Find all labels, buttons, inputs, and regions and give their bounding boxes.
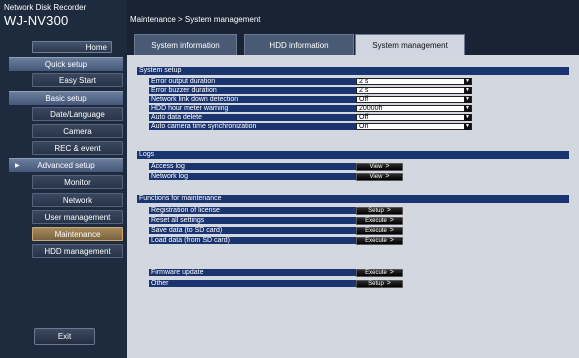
button-label: Execute (365, 228, 387, 234)
dropdown-arrow-icon: ▼ (464, 87, 471, 94)
button-label: Execute (365, 270, 387, 276)
setting-row: Error buzzer duration 2 s ▼ (149, 87, 472, 94)
maintenance-row: Registration of license Setup > (149, 207, 472, 215)
maintenance-label: Other (149, 280, 356, 287)
sidebar-item-advanced-setup[interactable]: ▶ Advanced setup (9, 158, 123, 172)
setting-row: Auto data delete Off ▼ (149, 114, 472, 121)
firmware-update-execute-button[interactable]: Execute > (356, 269, 403, 277)
error-buzzer-duration-select[interactable]: 2 s ▼ (356, 87, 472, 94)
dropdown-arrow-icon: ▼ (464, 96, 471, 103)
chevron-right-icon: > (386, 207, 391, 214)
select-value: 2 s (359, 87, 369, 94)
setting-label: Network link down detection (149, 96, 356, 103)
log-row: Access log View > (149, 163, 472, 171)
maintenance-label: Reset all settings (149, 217, 356, 224)
maintenance-row: Other Setup > (149, 280, 472, 288)
sidebar-item-maintenance[interactable]: Maintenance (32, 227, 123, 241)
button-label: View (369, 164, 383, 170)
tab-hdd-information[interactable]: HDD information (244, 34, 354, 55)
maintenance-label: Firmware update (149, 269, 356, 276)
select-value: On (359, 123, 369, 130)
button-label: View (369, 174, 383, 180)
setting-row: Network link down detection Off ▼ (149, 96, 472, 103)
other-setup-button[interactable]: Setup > (356, 280, 403, 288)
log-label: Access log (149, 163, 356, 170)
setting-label: HDD hour meter warning (149, 105, 356, 112)
maintenance-row: Save data (to SD card) Execute > (149, 227, 472, 235)
sidebar-item-network[interactable]: Network (32, 193, 123, 207)
select-value: 20000h (359, 105, 383, 112)
reset-settings-execute-button[interactable]: Execute > (356, 217, 403, 225)
sidebar-item-basic-setup[interactable]: Basic setup (9, 91, 123, 105)
chevron-right-icon: > (386, 280, 391, 287)
maintenance-label: Load data (from SD card) (149, 237, 356, 244)
setting-label: Auto data delete (149, 114, 356, 121)
log-label: Network log (149, 173, 356, 180)
chevron-right-icon: > (385, 163, 390, 170)
button-label: Execute (365, 218, 387, 224)
button-label: Setup (368, 281, 384, 287)
network-log-view-button[interactable]: View > (356, 173, 403, 181)
dropdown-arrow-icon: ▼ (464, 105, 471, 112)
tab-system-information[interactable]: System information (134, 34, 237, 55)
access-log-view-button[interactable]: View > (356, 163, 403, 171)
dropdown-arrow-icon: ▼ (464, 78, 471, 85)
maintenance-label: Registration of license (149, 207, 356, 214)
button-label: Setup (368, 208, 384, 214)
maintenance-row: Reset all settings Execute > (149, 217, 472, 225)
section-header-logs: Logs (137, 151, 569, 159)
dropdown-arrow-icon: ▼ (464, 123, 471, 130)
log-row: Network log View > (149, 173, 472, 181)
select-value: Off (359, 96, 369, 103)
network-link-down-select[interactable]: Off ▼ (356, 96, 472, 103)
select-value: 2 s (359, 78, 369, 85)
brand-model: WJ-NV300 (4, 13, 69, 28)
chevron-right-icon: > (389, 269, 394, 276)
maintenance-row: Load data (from SD card) Execute > (149, 237, 472, 245)
auto-data-delete-select[interactable]: Off ▼ (356, 114, 472, 121)
sidebar-item-quick-setup[interactable]: Quick setup (9, 57, 123, 71)
home-button[interactable]: Home (32, 41, 112, 53)
section-header-maintenance: Functions for maintenance (137, 195, 569, 203)
setting-row: Error output duration 2 s ▼ (149, 78, 472, 85)
sidebar-item-rec-event[interactable]: REC & event (32, 141, 123, 155)
auto-camera-time-sync-select[interactable]: On ▼ (356, 123, 472, 130)
maintenance-label: Save data (to SD card) (149, 227, 356, 234)
save-data-execute-button[interactable]: Execute > (356, 227, 403, 235)
main-panel: Maintenance > System management System i… (127, 0, 579, 358)
hdd-hour-meter-select[interactable]: 20000h ▼ (356, 105, 472, 112)
setting-row: HDD hour meter warning 20000h ▼ (149, 105, 472, 112)
dropdown-arrow-icon: ▼ (464, 114, 471, 121)
setting-label: Auto camera time synchronization (149, 123, 356, 130)
sidebar-item-hdd-management[interactable]: HDD management (32, 244, 123, 258)
select-value: Off (359, 114, 369, 121)
button-label: Execute (365, 238, 387, 244)
chevron-right-icon: > (389, 217, 394, 224)
sidebar: Network Disk Recorder WJ-NV300 Home Quic… (0, 0, 127, 358)
error-output-duration-select[interactable]: 2 s ▼ (356, 78, 472, 85)
license-setup-button[interactable]: Setup > (356, 207, 403, 215)
breadcrumb: Maintenance > System management (130, 15, 261, 24)
chevron-right-icon: > (385, 173, 390, 180)
sidebar-item-date-language[interactable]: Date/Language (32, 107, 123, 121)
setting-row: Auto camera time synchronization On ▼ (149, 123, 472, 130)
chevron-right-icon: > (389, 227, 394, 234)
tab-system-management[interactable]: System management (355, 34, 465, 55)
sidebar-item-user-management[interactable]: User management (32, 210, 123, 224)
load-data-execute-button[interactable]: Execute > (356, 237, 403, 245)
sidebar-item-camera[interactable]: Camera (32, 124, 123, 138)
sidebar-item-easy-start[interactable]: Easy Start (32, 73, 123, 87)
setting-label: Error output duration (149, 78, 356, 85)
exit-button[interactable]: Exit (34, 328, 95, 345)
setting-label: Error buzzer duration (149, 87, 356, 94)
chevron-right-icon: > (389, 237, 394, 244)
maintenance-row: Firmware update Execute > (149, 269, 472, 277)
brand-subtitle: Network Disk Recorder (4, 3, 87, 12)
content-area: System setup Error output duration 2 s ▼ … (127, 55, 579, 358)
sidebar-item-monitor[interactable]: Monitor (32, 175, 123, 189)
expand-arrow-icon: ▶ (15, 163, 20, 169)
section-header-system-setup: System setup (137, 67, 569, 75)
sidebar-item-label: Advanced setup (37, 161, 95, 170)
